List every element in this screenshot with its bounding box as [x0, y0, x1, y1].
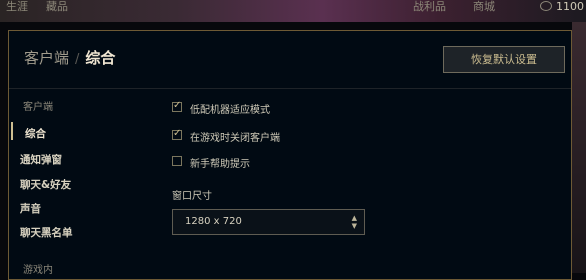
sidebar-item-general[interactable]: 综合: [25, 126, 46, 141]
close-client-checkbox[interactable]: ✓: [172, 128, 182, 140]
page-title: 综合: [85, 49, 116, 67]
currency-icon: [540, 1, 552, 11]
tutorial-tips-checkbox[interactable]: [172, 156, 182, 166]
nav-profile[interactable]: 生涯: [6, 0, 28, 13]
breadcrumb-separator: /: [75, 52, 80, 67]
settings-dialog: 客户端 / 综合 恢复默认设置 客户端 综合 通知弹窗 聊天&好友 声音 聊天黑名单…: [8, 30, 572, 280]
close-client-label: 在游戏时关闭客户端: [190, 133, 280, 144]
check-icon: ✓: [173, 128, 182, 139]
updown-chevron-icon: ▲ ▼: [351, 214, 357, 230]
sidebar-item-chat-friends[interactable]: 聊天&好友: [20, 177, 71, 192]
restore-defaults-button[interactable]: 恢复默认设置: [443, 46, 565, 73]
dialog-title: 客户端 / 综合: [24, 48, 115, 70]
window-size-dropdown[interactable]: 1280 x 720 ▲ ▼: [172, 209, 365, 235]
client-side-strip: [572, 22, 586, 273]
sidebar-item-sound[interactable]: 声音: [20, 201, 41, 216]
active-indicator: [11, 122, 13, 140]
sidebar-item-notifications[interactable]: 通知弹窗: [20, 152, 62, 167]
client-top-bar: [0, 0, 586, 22]
tutorial-tips-label: 新手帮助提示: [190, 159, 250, 170]
low-spec-checkbox[interactable]: ✓: [172, 100, 182, 112]
window-size-label: 窗口尺寸: [172, 191, 212, 202]
nav-collection[interactable]: 藏品: [46, 0, 68, 13]
sidebar-section-client: 客户端: [23, 102, 53, 113]
sidebar-item-blocklist[interactable]: 聊天黑名单: [20, 225, 73, 240]
header-divider: [9, 88, 571, 89]
currency-display: 1100: [540, 0, 584, 13]
nav-store[interactable]: 商城: [473, 0, 495, 13]
nav-loot[interactable]: 战利品: [413, 0, 446, 13]
breadcrumb-client: 客户端: [24, 49, 70, 67]
currency-value: 1100: [556, 0, 584, 13]
window-size-value: 1280 x 720: [185, 216, 242, 227]
sidebar-section-ingame: 游戏内: [23, 265, 53, 276]
low-spec-label: 低配机器适应模式: [190, 105, 270, 116]
check-icon: ✓: [173, 100, 182, 111]
